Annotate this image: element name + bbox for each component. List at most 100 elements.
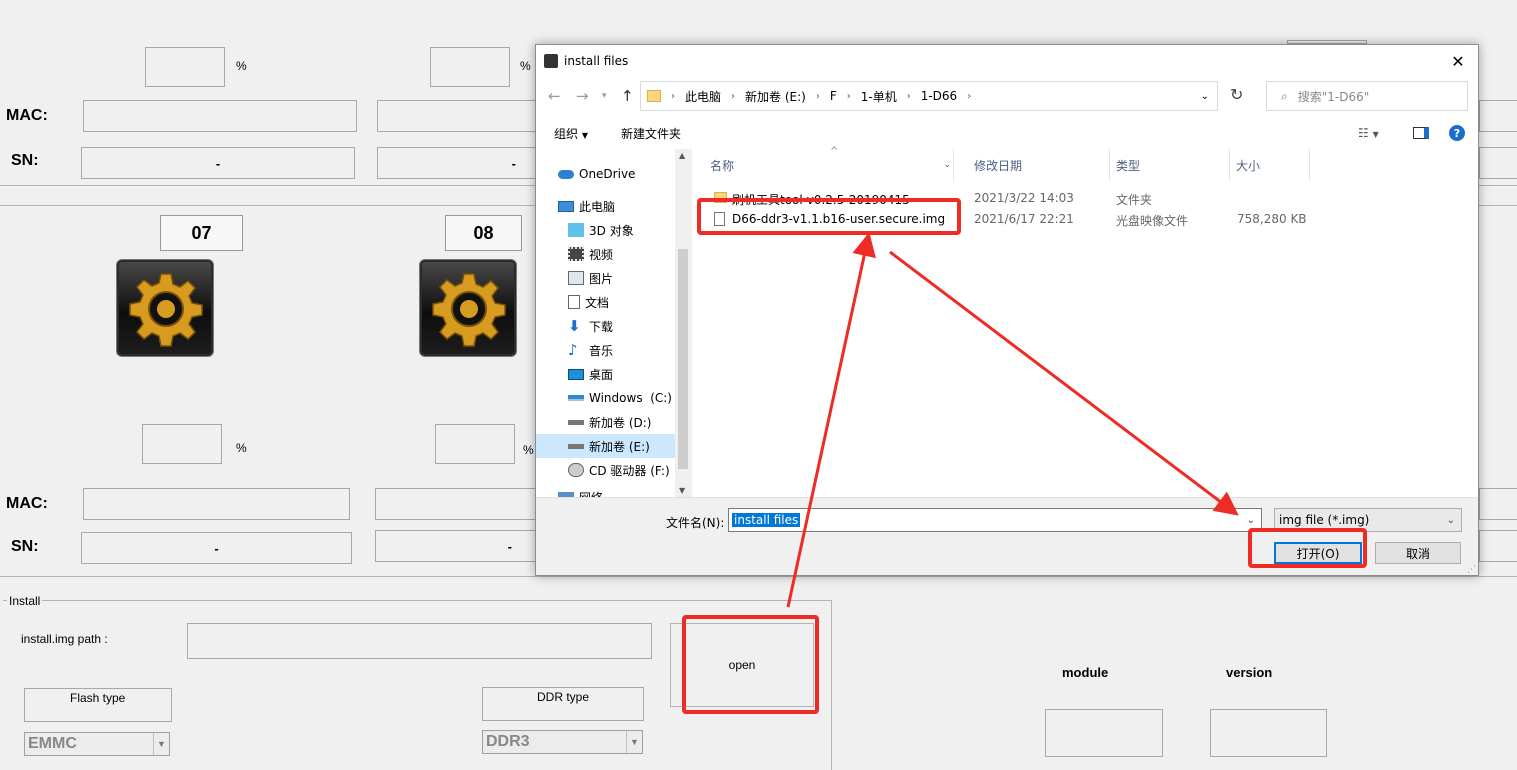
scroll-down-icon[interactable]: ▼ (679, 486, 685, 495)
nav-item-label: 视频 (589, 247, 614, 262)
nav-scrollbar[interactable]: ▲ ▼ (675, 149, 692, 497)
nav-item-3d-objects[interactable]: 3D 对象 (568, 218, 688, 242)
mac-field[interactable] (83, 100, 357, 132)
picture-icon (568, 271, 584, 285)
desktop-icon (568, 368, 584, 380)
column-header-name[interactable]: 名称 ^ ⌄ (694, 146, 954, 181)
mac-field-right[interactable] (1479, 488, 1517, 520)
music-icon: ♪ (568, 341, 578, 359)
nav-item-label: 图片 (589, 271, 614, 286)
chevron-down-icon[interactable]: ⌄ (1247, 515, 1255, 526)
help-icon[interactable]: ? (1449, 125, 1465, 141)
install-group-title: Install (7, 594, 43, 608)
nav-item-label: 音乐 (589, 343, 614, 358)
sn-label: SN: (11, 152, 39, 169)
nav-item-this-pc[interactable]: 此电脑 (558, 194, 688, 218)
column-date-label: 修改日期 (974, 158, 1023, 173)
nav-item-drive-e[interactable]: 新加卷 (E:) (536, 434, 675, 458)
sort-up-icon: ^ (830, 146, 839, 157)
navigation-pane: OneDrive 此电脑 3D 对象 视频 图片 文档 ⬇ 下载 ♪ 音乐 桌面… (536, 149, 688, 497)
slot-number: 07 (160, 215, 243, 251)
breadcrumb-item[interactable]: 1-单机 (861, 88, 897, 105)
nav-item-music[interactable]: ♪ 音乐 (568, 338, 688, 362)
address-bar[interactable]: › 此电脑 › 新加卷 (E:) › F › 1-单机 › 1-D66 › ⌄ (640, 81, 1218, 111)
nav-item-label: 新加卷 (E:) (589, 439, 650, 454)
filename-input[interactable]: install files ⌄ (728, 508, 1262, 532)
column-filter-icon[interactable]: ⌄ (943, 160, 951, 170)
scroll-thumb[interactable] (678, 249, 688, 469)
drive-icon (568, 395, 584, 401)
breadcrumb-separator-icon: › (906, 90, 911, 102)
flash-type-value: EMMC (28, 735, 77, 752)
sn-field[interactable]: - (375, 530, 537, 562)
nav-item-pictures[interactable]: 图片 (568, 266, 688, 290)
breadcrumb-item[interactable]: 此电脑 (685, 88, 721, 105)
breadcrumb-item[interactable]: F (830, 89, 837, 103)
dialog-toolbar: 组织 ▼ 新建文件夹 ☷ ▼ ? (536, 117, 1478, 149)
column-name-label: 名称 (710, 158, 735, 173)
sn-field-right[interactable] (1479, 530, 1517, 562)
gear-icon[interactable] (419, 259, 517, 357)
nav-item-label: 文档 (585, 295, 610, 310)
mac-field[interactable] (83, 488, 350, 520)
ddr-type-select[interactable]: DDR3 ▼ (482, 730, 643, 754)
search-input[interactable]: ⌕ 搜索"1-D66" (1266, 81, 1468, 111)
gear-icon[interactable] (116, 259, 214, 357)
annotation-highlight-file (697, 198, 961, 235)
search-icon: ⌕ (1281, 88, 1288, 103)
flash-type-select[interactable]: EMMC ▼ (24, 732, 170, 756)
view-options-icon[interactable]: ☷ ▼ (1358, 126, 1379, 140)
version-field (1210, 709, 1327, 757)
nav-item-documents[interactable]: 文档 (568, 290, 688, 314)
percent-label: % (523, 443, 534, 457)
close-icon[interactable]: ✕ (1438, 45, 1478, 77)
drive-icon (568, 443, 584, 449)
nav-item-drive-c[interactable]: Windows (C:) (568, 386, 688, 410)
forward-arrow-icon[interactable]: → (576, 87, 589, 105)
nav-item-videos[interactable]: 视频 (568, 242, 688, 266)
nav-item-onedrive[interactable]: OneDrive (558, 162, 688, 186)
sn-field[interactable]: - (377, 147, 537, 179)
breadcrumb-item[interactable]: 1-D66 (921, 89, 957, 103)
ddr-type-value: DDR3 (486, 733, 530, 750)
resize-grip-icon[interactable]: ⋰ (1467, 565, 1476, 575)
breadcrumb-item[interactable]: 新加卷 (E:) (745, 88, 806, 105)
sn-field-right[interactable] (1479, 147, 1517, 179)
nav-item-network[interactable]: 网络 (558, 485, 688, 497)
img-path-field[interactable] (187, 623, 652, 659)
organize-button[interactable]: 组织 ▼ (554, 125, 588, 142)
column-type-label: 类型 (1116, 158, 1141, 173)
filename-value: install files (732, 513, 801, 527)
nav-item-label: 新加卷 (D:) (589, 415, 652, 430)
recent-chevron-icon[interactable]: ▾ (602, 91, 607, 101)
gear-icon (129, 273, 203, 347)
nav-item-label: 桌面 (589, 367, 614, 382)
nav-item-drive-d[interactable]: 新加卷 (D:) (568, 410, 688, 434)
chevron-down-icon: ▼ (581, 130, 588, 140)
nav-item-downloads[interactable]: ⬇ 下载 (568, 314, 688, 338)
cancel-button[interactable]: 取消 (1375, 542, 1461, 564)
dialog-titlebar[interactable]: install files (536, 45, 1478, 77)
column-header-type[interactable]: 类型 (1110, 149, 1230, 181)
column-header-date[interactable]: 修改日期 (956, 149, 1110, 181)
file-size: 758,280 KB (1237, 212, 1307, 226)
nav-item-label: OneDrive (579, 167, 636, 181)
new-folder-button[interactable]: 新建文件夹 (621, 125, 681, 142)
scroll-up-icon[interactable]: ▲ (679, 151, 685, 160)
column-header-size[interactable]: 大小 (1230, 149, 1310, 181)
video-icon (568, 247, 584, 261)
nav-item-desktop[interactable]: 桌面 (568, 362, 688, 386)
address-dropdown-icon[interactable]: ⌄ (1201, 91, 1209, 102)
percent-label: % (236, 59, 247, 73)
preview-pane-icon[interactable] (1413, 127, 1429, 139)
breadcrumb-separator-icon: › (846, 90, 851, 102)
sn-field[interactable]: - (81, 147, 355, 179)
mac-field[interactable] (377, 100, 537, 132)
mac-field[interactable] (375, 488, 537, 520)
nav-item-cd-drive[interactable]: CD 驱动器 (F:) (568, 458, 688, 482)
up-arrow-icon[interactable]: ↑ (621, 87, 634, 105)
refresh-icon[interactable]: ↻ (1230, 85, 1243, 104)
back-arrow-icon[interactable]: ← (548, 87, 561, 105)
mac-field-right[interactable] (1479, 100, 1517, 132)
sn-field[interactable]: - (81, 532, 352, 564)
